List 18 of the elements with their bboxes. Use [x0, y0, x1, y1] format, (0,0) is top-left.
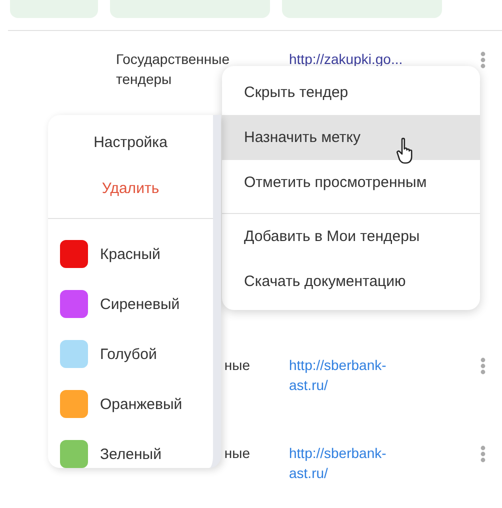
tender-link[interactable]: http://sberbank-ast.ru/ — [289, 443, 419, 483]
menu-action[interactable]: Удалить — [48, 165, 213, 211]
menu-item[interactable]: Добавить в Мои тендеры — [222, 213, 480, 259]
menu-item[interactable]: Скачать документацию — [222, 259, 480, 304]
more-icon[interactable] — [480, 445, 486, 463]
tender-type: ные — [224, 356, 250, 375]
label-name[interactable]: Красный — [100, 246, 160, 262]
tender-type: ные — [224, 444, 250, 463]
label-name[interactable]: Голубой — [100, 346, 157, 362]
menu-action[interactable]: Настройка — [48, 119, 213, 165]
tender-link[interactable]: http://zakupki.go... — [289, 49, 419, 69]
label-name[interactable]: Сиреневый — [100, 296, 180, 312]
more-icon[interactable] — [480, 51, 486, 69]
tender-link[interactable]: http://sberbank-ast.ru/ — [289, 355, 419, 395]
label-name[interactable]: Зеленый — [100, 446, 162, 462]
menu-item[interactable]: Отметить просмотренным — [222, 160, 480, 205]
more-icon[interactable] — [480, 357, 486, 375]
label-name[interactable]: Оранжевый — [100, 396, 182, 412]
